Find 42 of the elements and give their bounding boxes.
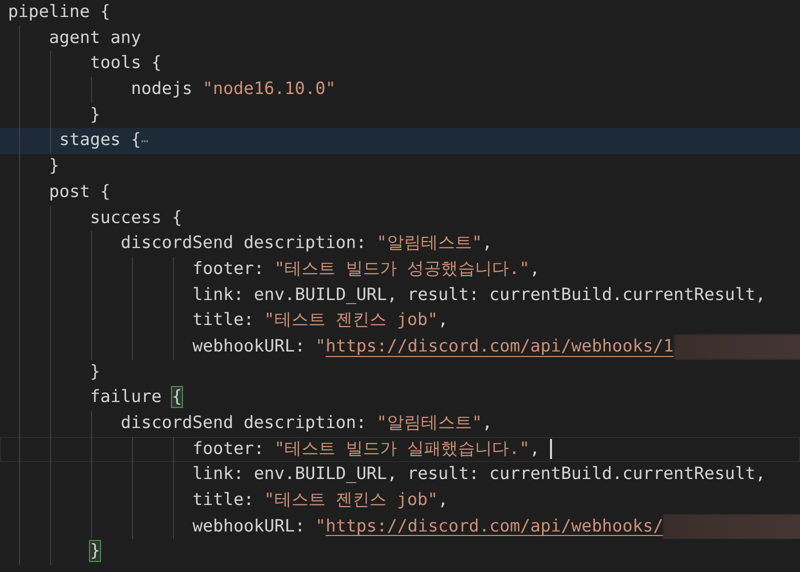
code-text: discordSend description: bbox=[120, 413, 366, 433]
code-text: nodejs bbox=[131, 79, 192, 100]
code-text: webhookURL: bbox=[192, 516, 306, 536]
code-text: } bbox=[90, 362, 100, 382]
code-text: discordSend description: bbox=[120, 233, 366, 254]
code-text: } bbox=[49, 156, 60, 176]
string-literal: "알림테스트" bbox=[376, 233, 482, 254]
code-text: success { bbox=[90, 208, 182, 228]
code-text: title: bbox=[192, 490, 254, 510]
code-text: title: bbox=[192, 310, 254, 330]
matched-bracket: { bbox=[172, 387, 182, 408]
string-literal: "알림테스트" bbox=[376, 413, 482, 433]
code-text: link: env.BUILD_URL, result: currentBuild.currentResult, bbox=[192, 284, 766, 305]
code-text: failure bbox=[90, 387, 162, 408]
fold-indicator[interactable]: ⋯ bbox=[141, 134, 148, 148]
code-text: footer: bbox=[192, 258, 264, 279]
string-literal: "테스트 젠킨스 job" bbox=[264, 490, 438, 510]
comma: , bbox=[438, 490, 448, 510]
string-literal: "node16.10.0" bbox=[202, 79, 336, 100]
url-link[interactable]: https://discord.com/api/webhooks/ bbox=[326, 516, 664, 536]
comma: , bbox=[438, 310, 448, 330]
string-literal: "테스트 빌드가 성공했습니다." bbox=[274, 258, 530, 279]
string-literal: " bbox=[315, 336, 326, 357]
code-text: footer: bbox=[192, 438, 264, 459]
code-text: tools { bbox=[90, 53, 162, 74]
code-text: pipeline { bbox=[8, 2, 110, 22]
code-text: agent any bbox=[49, 28, 142, 48]
code-text: stages { bbox=[59, 130, 142, 150]
code-text: webhookURL: bbox=[192, 336, 306, 357]
string-literal: "테스트 빌드가 실패했습니다." bbox=[274, 438, 530, 459]
code-text: post { bbox=[49, 182, 110, 202]
text-cursor bbox=[550, 439, 552, 460]
comma: , bbox=[482, 233, 492, 254]
comma: , bbox=[530, 438, 540, 459]
code-text: } bbox=[90, 104, 100, 125]
string-literal: " bbox=[315, 516, 326, 536]
string-literal: "테스트 젠킨스 job" bbox=[264, 310, 438, 330]
code-text: link: env.BUILD_URL, result: currentBuild.currentResult, bbox=[192, 464, 766, 484]
matched-bracket: } bbox=[90, 541, 100, 562]
comma: , bbox=[530, 258, 540, 279]
comma: , bbox=[482, 413, 492, 433]
url-link[interactable]: https://discord.com/api/webhooks/1 bbox=[326, 336, 674, 357]
